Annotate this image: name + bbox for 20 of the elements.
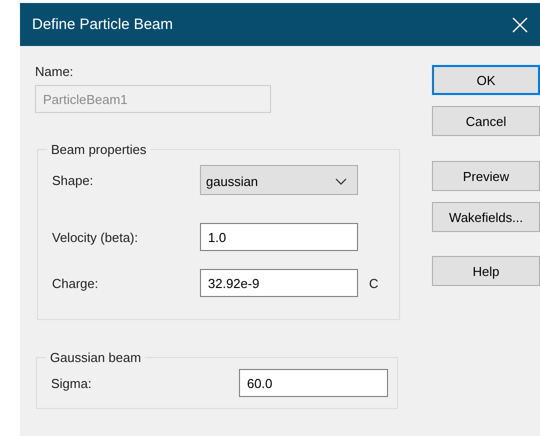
group-title: Beam properties bbox=[50, 142, 148, 157]
field-label: Shape: bbox=[52, 172, 94, 188]
dialog-button[interactable]: Cancel bbox=[432, 106, 540, 136]
group-title: Gaussian beam bbox=[49, 350, 142, 365]
field-label: Sigma: bbox=[51, 376, 92, 390]
chevron-down-icon bbox=[335, 178, 347, 185]
shape-dropdown[interactable]: gaussian bbox=[200, 165, 358, 195]
dialog-button[interactable]: Help bbox=[432, 256, 540, 286]
name-label: Name: bbox=[35, 64, 74, 79]
close-icon bbox=[512, 16, 528, 32]
unit-label: C bbox=[369, 276, 378, 290]
window-title: Define Particle Beam bbox=[32, 16, 173, 33]
dialog-button[interactable]: Preview bbox=[432, 161, 540, 191]
input-field[interactable]: 32.92e-9 bbox=[200, 269, 358, 297]
input-field[interactable]: 1.0 bbox=[200, 223, 358, 251]
dialog-button[interactable]: Wakefields... bbox=[432, 202, 540, 232]
dialog-button[interactable]: OK bbox=[432, 65, 540, 95]
input-field[interactable]: 60.0 bbox=[239, 369, 388, 397]
field-label: Velocity (beta): bbox=[52, 230, 139, 244]
field-label: Charge: bbox=[52, 276, 100, 290]
